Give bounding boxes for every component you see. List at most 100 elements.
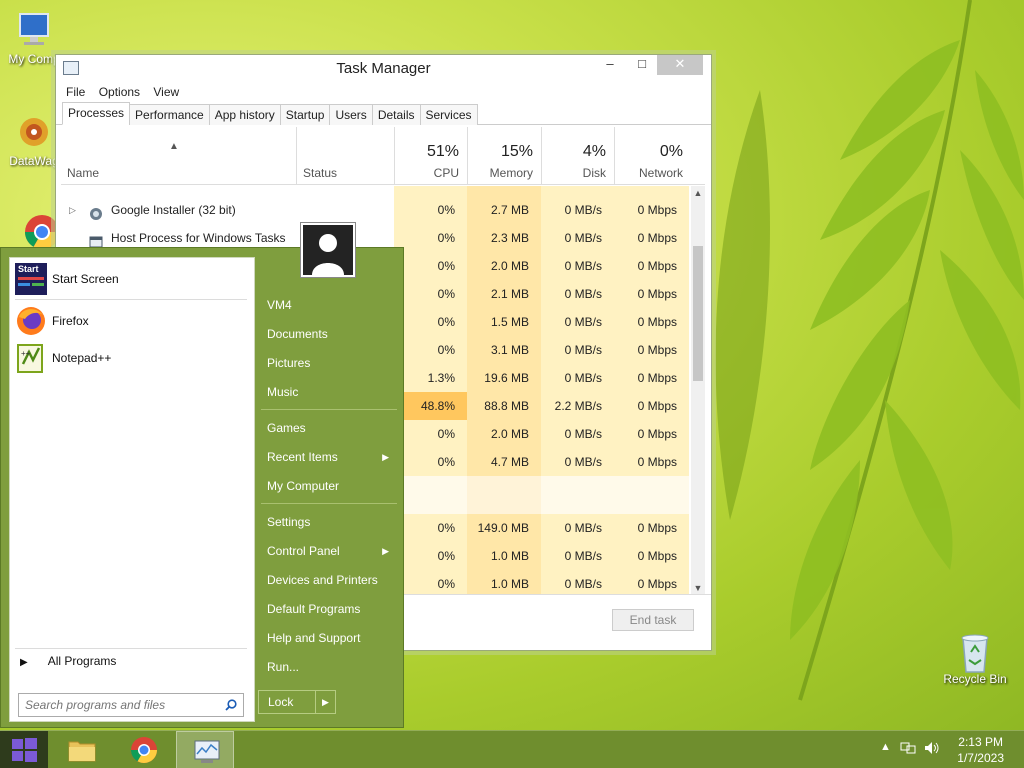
start-right-item-pictures[interactable]: Pictures (267, 352, 397, 374)
disk-cell: 2.2 MB/s (541, 392, 614, 420)
recycle-bin-icon (955, 630, 995, 673)
column-name[interactable]: ▲ Name (61, 127, 296, 185)
all-programs-button[interactable]: ▶ All Programs (20, 654, 116, 668)
start-right-item-recent-items[interactable]: Recent Items ▶ (267, 446, 397, 468)
start-right-item-label: Default Programs (267, 602, 361, 616)
start-right-item-run[interactable]: Run... (267, 656, 397, 678)
start-right-item-label: Music (267, 385, 299, 399)
desktop-icon-label: My Comp (8, 52, 60, 66)
taskbar-explorer[interactable] (52, 731, 110, 768)
scroll-up-icon[interactable]: ▲ (691, 186, 705, 200)
volume-icon[interactable] (924, 741, 940, 758)
search-icon[interactable] (225, 699, 237, 711)
title-bar[interactable]: Task Manager – □ ✕ (56, 55, 711, 81)
column-network[interactable]: 0% Network (614, 127, 691, 185)
tab-details[interactable]: Details (371, 104, 421, 125)
start-right-item-games[interactable]: Games (267, 417, 397, 439)
start-menu: Start Start Screen Firefox ++ Notepad++ … (0, 247, 404, 728)
menu-view[interactable]: View (153, 81, 179, 103)
start-screen-icon: Start (15, 263, 47, 295)
column-status[interactable]: Status (296, 127, 394, 185)
user-avatar[interactable] (300, 222, 356, 278)
network-cell: 0 Mbps (614, 224, 689, 252)
disk-cell (541, 186, 614, 196)
datawag-icon (14, 112, 54, 152)
menu-file[interactable]: File (66, 81, 85, 103)
lock-options-arrow-icon[interactable]: ▶ (315, 691, 335, 713)
maximize-button[interactable]: □ (627, 55, 657, 75)
memory-cell (467, 186, 541, 196)
disk-cell: 0 MB/s (541, 224, 614, 252)
taskbar-chrome[interactable] (114, 731, 172, 768)
tab-performance[interactable]: Performance (129, 104, 210, 125)
start-right-item-documents[interactable]: Documents (267, 323, 397, 345)
cpu-cell: 0% (394, 420, 467, 448)
network-cell: 0 Mbps (614, 280, 689, 308)
firefox-icon (15, 305, 47, 337)
tab-app-history[interactable]: App history (208, 104, 281, 125)
taskbar: ▲ 2:13 PM 1/7/2023 (0, 730, 1024, 768)
start-right-item-label: Recent Items (267, 450, 338, 464)
cpu-cell: 0% (394, 448, 467, 476)
column-memory[interactable]: 15% Memory (467, 127, 541, 185)
start-right-item-help-and-support[interactable]: Help and Support (267, 627, 397, 649)
scroll-down-icon[interactable]: ▼ (691, 581, 705, 595)
start-right-item-control-panel[interactable]: Control Panel ▶ (267, 540, 397, 562)
start-right-item-my-computer[interactable]: My Computer (267, 475, 397, 497)
table-row[interactable]: ▷ Google Installer (32 bit) 0% 2.7 MB 0 MB/s… (61, 196, 691, 224)
start-button[interactable] (0, 731, 48, 768)
tab-processes[interactable]: Processes (62, 102, 131, 125)
memory-cell: 2.0 MB (467, 420, 541, 448)
disk-cell: 0 MB/s (541, 514, 614, 542)
network-cell: 0 Mbps (614, 252, 689, 280)
recycle-bin-desktop-icon[interactable]: Recycle Bin (943, 630, 1007, 686)
column-cpu[interactable]: 51% CPU (394, 127, 467, 185)
search-input[interactable] (19, 694, 217, 716)
cpu-cell: 48.8% (394, 392, 467, 420)
expand-arrow-icon[interactable]: ▷ (69, 196, 76, 224)
start-right-item-music[interactable]: Music (267, 381, 397, 403)
network-cell: 0 Mbps (614, 448, 689, 476)
close-button[interactable]: ✕ (657, 55, 703, 75)
search-box[interactable] (18, 693, 244, 717)
end-task-button[interactable]: End task (612, 609, 694, 631)
clock[interactable]: 2:13 PM 1/7/2023 (957, 734, 1004, 766)
menu-options[interactable]: Options (99, 81, 140, 103)
table-row[interactable] (61, 186, 691, 196)
memory-cell (467, 476, 541, 514)
start-right-item-label: VM4 (267, 298, 292, 312)
disk-cell: 0 MB/s (541, 420, 614, 448)
chrome-icon (129, 735, 159, 765)
minimize-button[interactable]: – (595, 55, 625, 75)
show-hidden-icons-icon[interactable]: ▲ (880, 741, 891, 753)
start-menu-left-pane: Start Start Screen Firefox ++ Notepad++ … (9, 257, 255, 722)
memory-cell: 2.1 MB (467, 280, 541, 308)
tab-services[interactable]: Services (419, 104, 478, 125)
column-disk[interactable]: 4% Disk (541, 127, 614, 185)
folder-icon (67, 735, 97, 765)
start-right-item-label: Documents (267, 327, 328, 341)
start-right-item-settings[interactable]: Settings (267, 511, 397, 533)
menu-bar: File Options View (56, 81, 711, 103)
pinned-start-screen[interactable]: Start Start Screen (15, 260, 247, 296)
tab-startup[interactable]: Startup (279, 104, 331, 125)
cpu-cell: 0% (394, 542, 467, 570)
pinned-firefox[interactable]: Firefox (15, 302, 247, 338)
taskbar-task-manager[interactable] (176, 731, 234, 768)
tab-users[interactable]: Users (329, 104, 373, 125)
lock-button[interactable]: Lock ▶ (258, 690, 336, 714)
vertical-scrollbar[interactable]: ▲ ▼ (691, 186, 705, 595)
scroll-thumb[interactable] (693, 246, 703, 381)
divider (15, 648, 247, 649)
network-icon[interactable] (900, 741, 916, 758)
memory-cell: 1.5 MB (467, 308, 541, 336)
start-right-item-vm4[interactable]: VM4 (267, 294, 397, 316)
process-name: Google Installer (32 bit) (111, 203, 236, 217)
start-right-item-devices-and-printers[interactable]: Devices and Printers (267, 569, 397, 591)
start-right-item-default-programs[interactable]: Default Programs (267, 598, 397, 620)
network-cell (614, 186, 689, 196)
computer-icon (14, 10, 54, 50)
pinned-notepad-plus-plus[interactable]: ++ Notepad++ (15, 339, 247, 375)
process-icon (89, 231, 103, 248)
svg-text:++: ++ (21, 349, 31, 358)
